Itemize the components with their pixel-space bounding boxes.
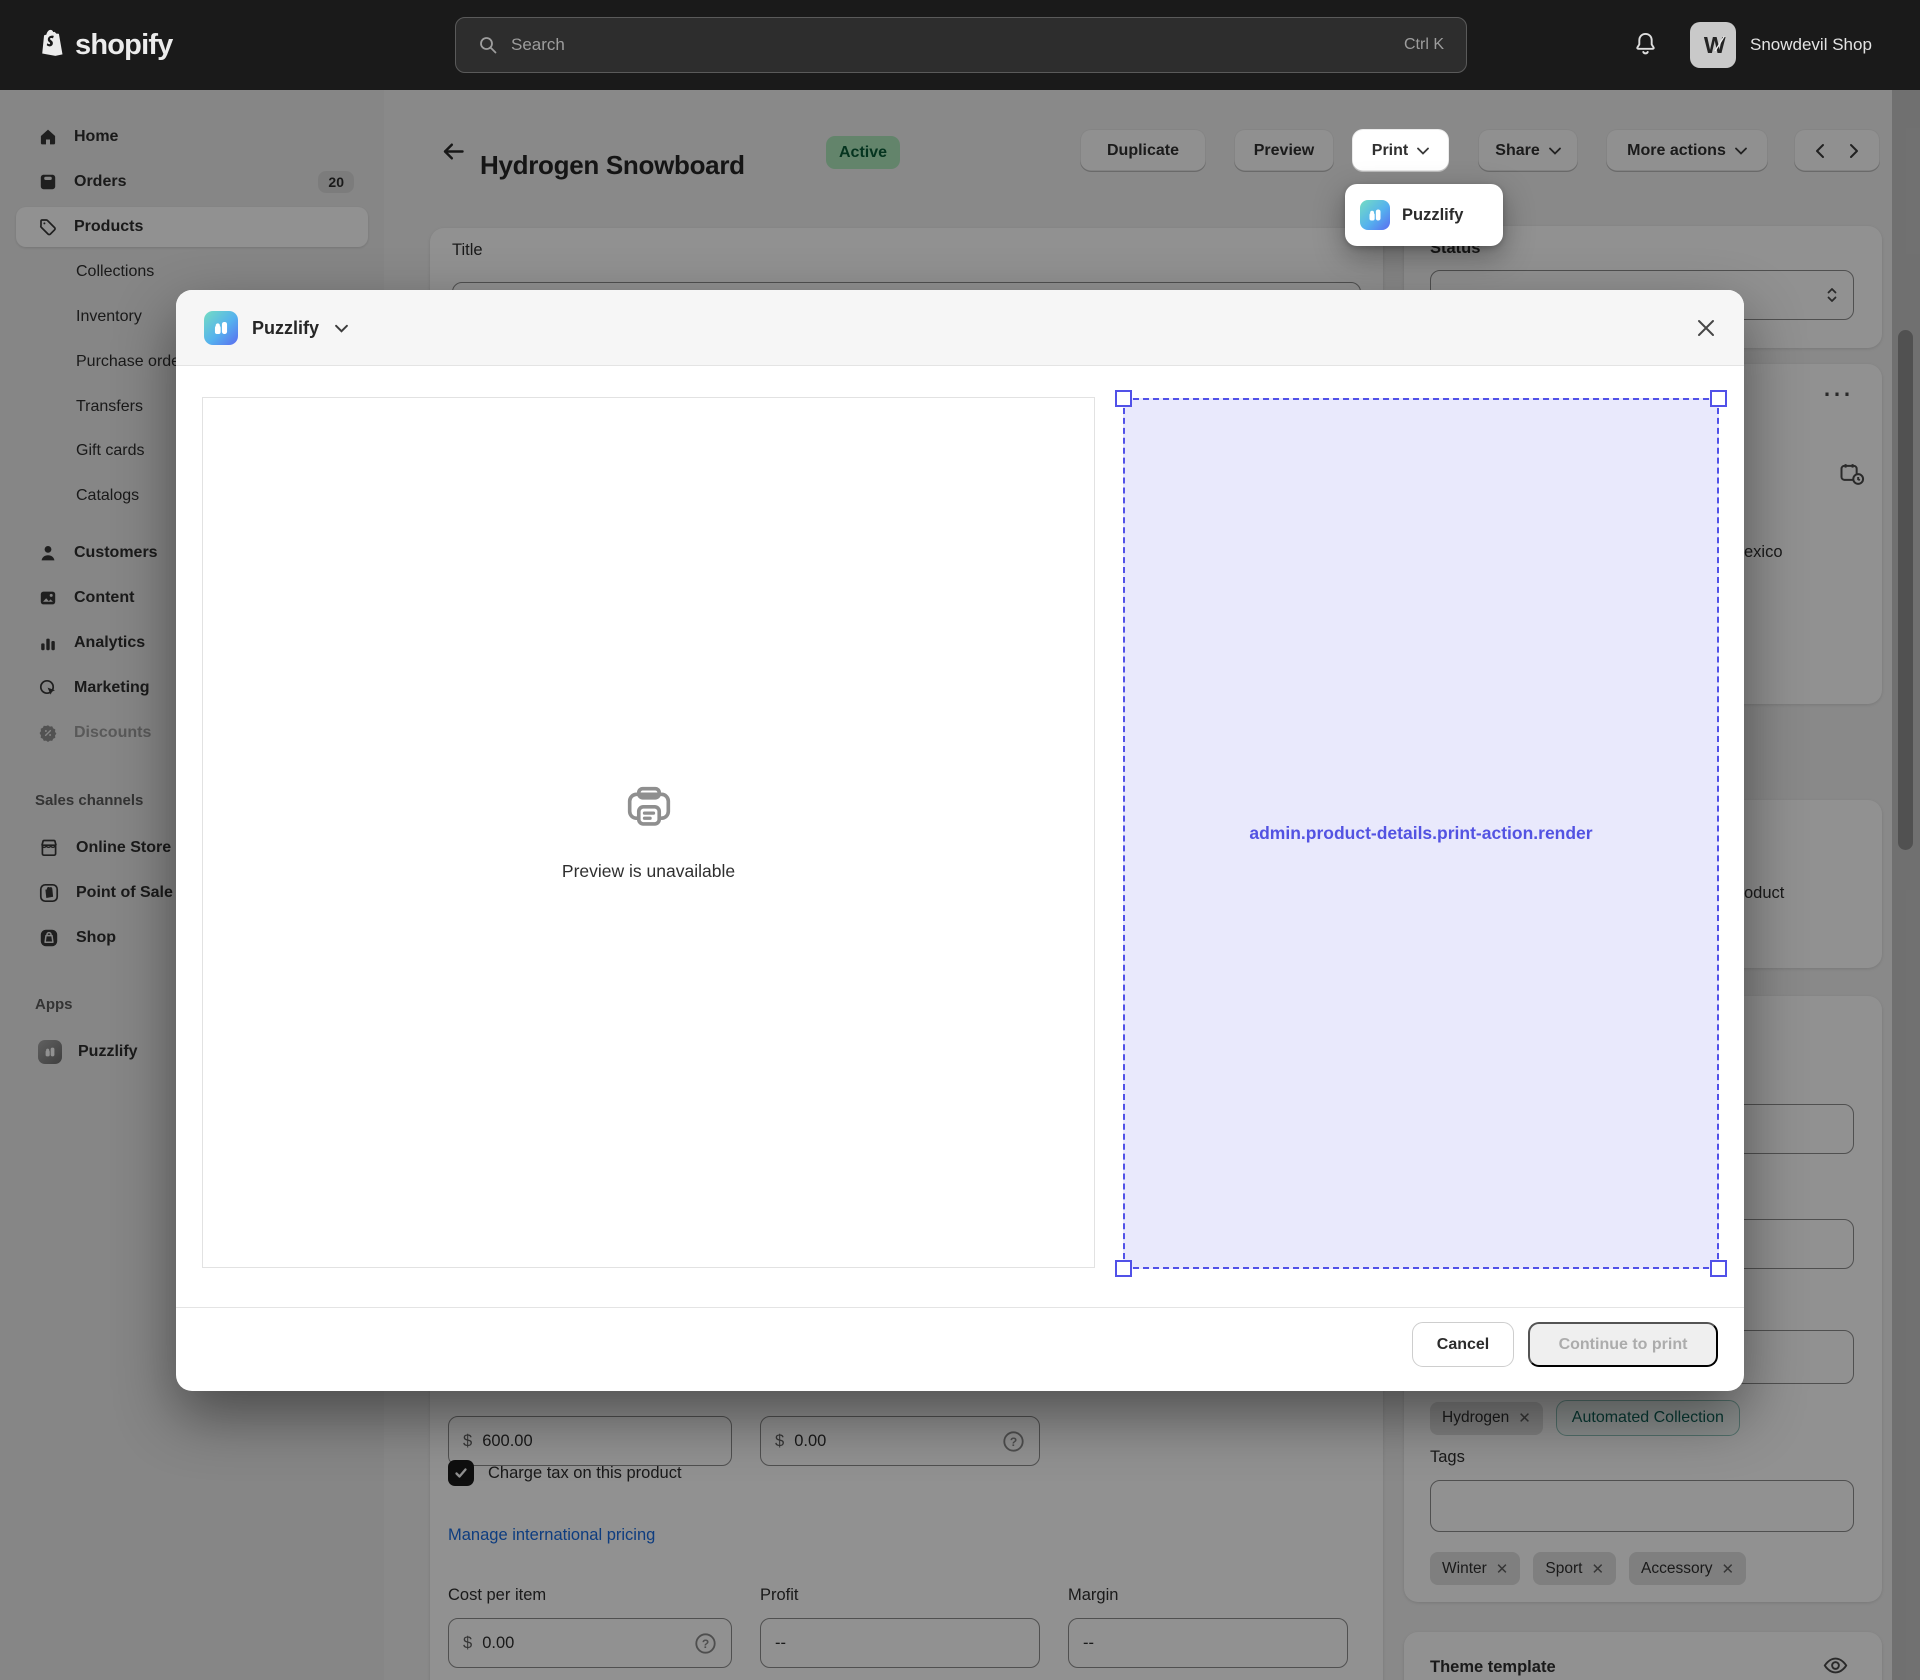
search-shortcut: Ctrl K — [1404, 36, 1444, 54]
continue-to-print-button[interactable]: Continue to print — [1528, 1322, 1718, 1367]
extension-target-selection[interactable]: admin.product-details.print-action.rende… — [1123, 398, 1719, 1269]
search-placeholder: Search — [511, 35, 1404, 55]
cancel-button[interactable]: Cancel — [1412, 1322, 1514, 1367]
selection-handle[interactable] — [1115, 1260, 1132, 1277]
print-preview-panel: Preview is unavailable — [202, 397, 1095, 1268]
avatar[interactable]: W∕ — [1690, 22, 1736, 68]
search-icon — [478, 35, 498, 55]
avatar-initial: W — [1704, 32, 1726, 59]
preview-unavailable-message: Preview is unavailable — [562, 861, 735, 882]
puzzlify-app-icon — [1360, 200, 1390, 230]
shopify-admin-screen: Home Orders 20 Products Collections Inve… — [0, 0, 1920, 1680]
selection-handle[interactable] — [1710, 1260, 1727, 1277]
bell-icon — [1632, 30, 1659, 57]
selection-handle[interactable] — [1115, 390, 1132, 407]
print-button[interactable]: Print — [1352, 129, 1449, 172]
close-icon — [1694, 316, 1718, 340]
shop-name[interactable]: Snowdevil Shop — [1750, 0, 1872, 90]
modal-header: Puzzlify — [176, 290, 1744, 366]
modal-footer-divider — [176, 1307, 1744, 1308]
notifications-button[interactable] — [1632, 30, 1659, 57]
shopify-logo[interactable]: shopify — [36, 0, 173, 90]
selection-handle[interactable] — [1710, 390, 1727, 407]
printer-icon — [624, 783, 674, 833]
puzzlify-print-modal: Puzzlify Preview is unavailable admin.pr… — [176, 290, 1744, 1391]
modal-title: Puzzlify — [252, 318, 319, 339]
puzzlify-app-icon — [204, 311, 238, 345]
print-menu-item-puzzlify[interactable]: Puzzlify — [1402, 206, 1463, 225]
topbar: shopify Search Ctrl K W∕ Snowdevil Shop — [0, 0, 1920, 90]
modal-app-switcher[interactable]: Puzzlify — [204, 311, 348, 345]
chevron-down-icon — [335, 324, 348, 333]
extension-target-name: admin.product-details.print-action.rende… — [1249, 823, 1592, 844]
chevron-down-icon — [1417, 147, 1429, 155]
avatar-slash-mark: ∕ — [1719, 33, 1723, 57]
print-menu-popover: Puzzlify — [1345, 184, 1503, 246]
print-label: Print — [1372, 142, 1408, 160]
close-button[interactable] — [1694, 316, 1718, 340]
shopify-wordmark: shopify — [75, 29, 173, 62]
search-input[interactable]: Search Ctrl K — [455, 17, 1467, 73]
shopify-bag-icon — [36, 27, 68, 63]
